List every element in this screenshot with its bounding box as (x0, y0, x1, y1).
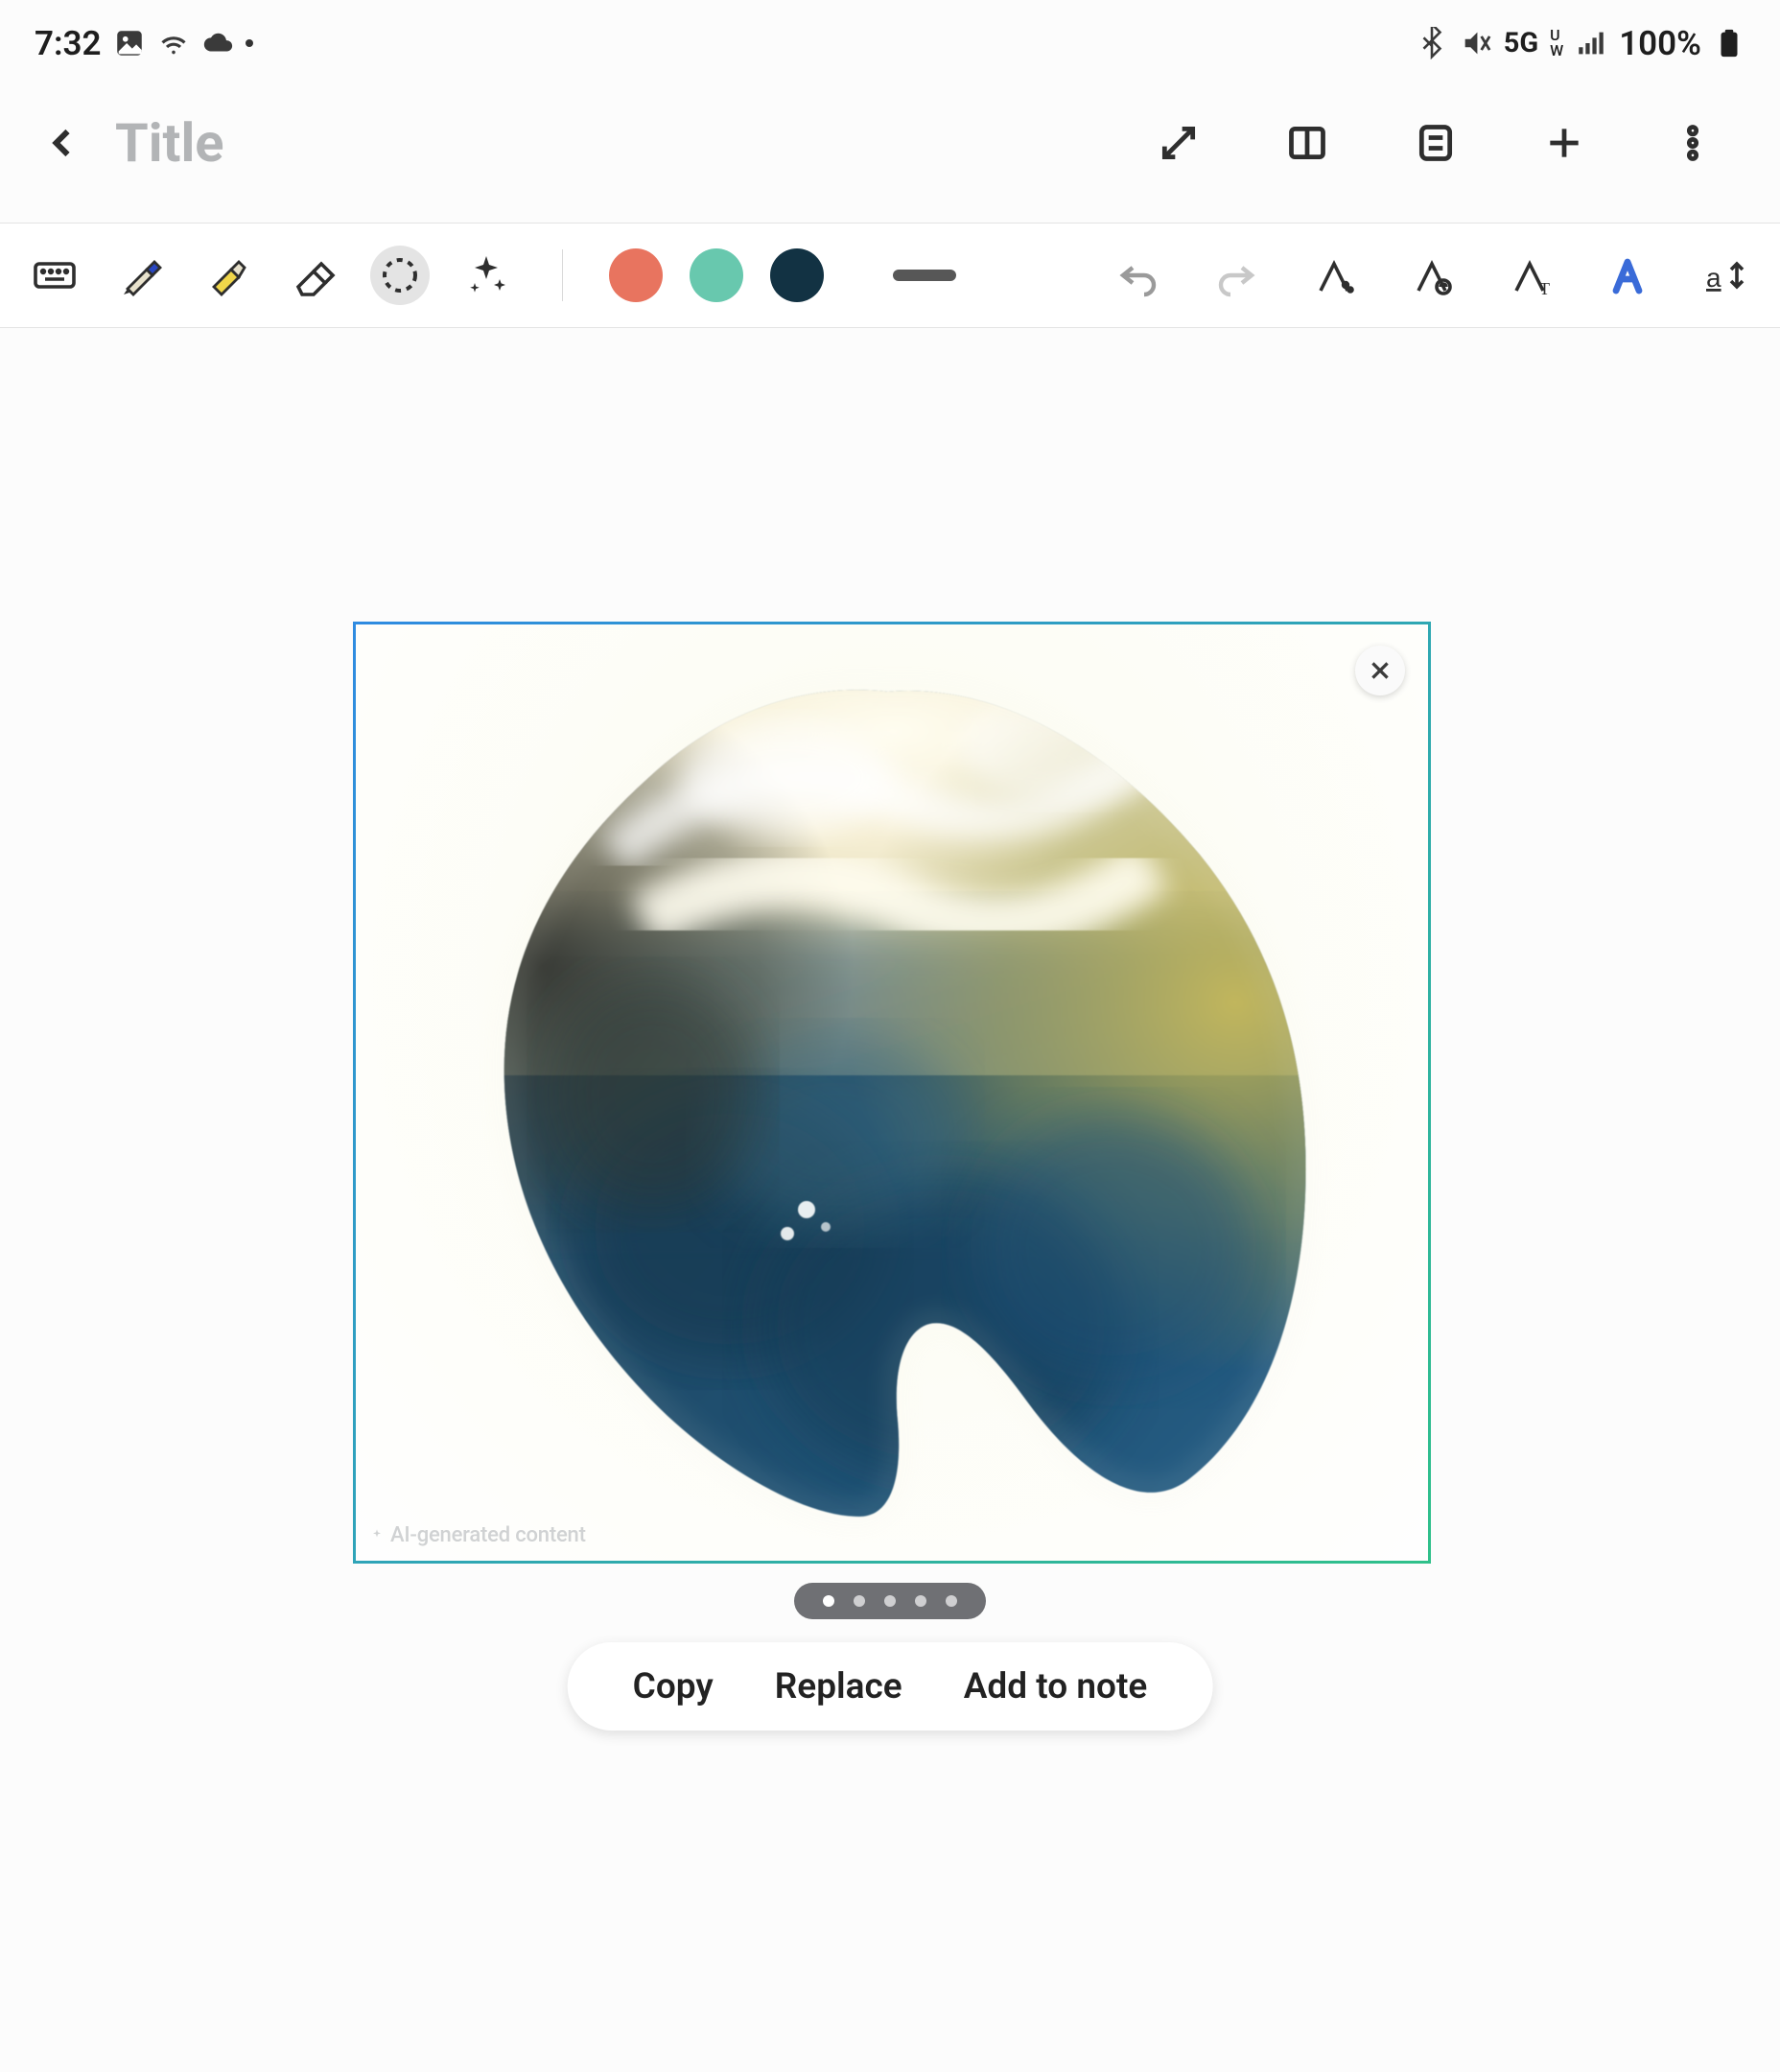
ai-generated-label: AI-generated content (369, 1523, 586, 1547)
auto-shape-tool[interactable] (1304, 246, 1364, 305)
image-pager[interactable] (794, 1583, 986, 1619)
add-to-note-button[interactable]: Add to note (933, 1666, 1179, 1707)
drawing-toolbar: T a (0, 223, 1780, 328)
close-selection-button[interactable] (1355, 646, 1405, 695)
pager-dot-5[interactable] (946, 1595, 957, 1607)
network-sub: UW (1550, 28, 1563, 59)
reading-mode-button[interactable] (1277, 113, 1337, 173)
stroke-width-tool[interactable] (893, 270, 956, 281)
notification-dot (246, 39, 253, 47)
add-button[interactable] (1534, 113, 1594, 173)
keyboard-tool[interactable] (25, 246, 84, 305)
mute-icon (1460, 27, 1492, 59)
text-convert-tool[interactable]: T (1500, 246, 1559, 305)
color-swatch-3[interactable] (770, 248, 824, 302)
signal-icon (1575, 27, 1607, 59)
pager-dot-3[interactable] (884, 1595, 896, 1607)
network-label: 5G (1504, 27, 1538, 59)
redo-button[interactable] (1206, 246, 1266, 305)
status-bar: 7:32 5G UW 100% (0, 0, 1780, 86)
more-button[interactable] (1663, 113, 1722, 173)
page-manager-button[interactable] (1406, 113, 1465, 173)
ai-generated-label-text: AI-generated content (390, 1523, 586, 1547)
style-text-tool[interactable] (1598, 246, 1657, 305)
fullscreen-button[interactable] (1149, 113, 1208, 173)
highlighter-tool[interactable] (198, 246, 257, 305)
toolbar-separator (562, 249, 563, 301)
eraser-tool[interactable] (284, 246, 343, 305)
svg-text:T: T (1539, 279, 1550, 298)
selection-action-bar: Copy Replace Add to note (568, 1642, 1213, 1731)
generated-image[interactable]: AI-generated content (356, 624, 1428, 1561)
color-swatch-2[interactable] (690, 248, 743, 302)
pager-dot-1[interactable] (823, 1595, 834, 1607)
copy-button[interactable]: Copy (602, 1666, 744, 1707)
cloud-icon (201, 27, 234, 59)
bluetooth-icon (1416, 27, 1448, 59)
tooth-illustration (404, 634, 1382, 1555)
ai-tool[interactable] (457, 246, 516, 305)
pen-tool[interactable] (111, 246, 171, 305)
text-size-tool[interactable]: a (1696, 246, 1755, 305)
undo-button[interactable] (1109, 246, 1168, 305)
pager-dot-4[interactable] (915, 1595, 926, 1607)
back-button[interactable] (35, 114, 92, 172)
lock-orientation-tool[interactable] (1402, 246, 1462, 305)
pager-dot-2[interactable] (854, 1595, 865, 1607)
selection-tool[interactable] (370, 246, 430, 305)
wifi-icon (157, 27, 190, 59)
title-bar: Title (0, 86, 1780, 200)
page-title[interactable]: Title (115, 111, 224, 175)
battery-icon (1713, 27, 1745, 59)
gallery-icon (113, 27, 146, 59)
svg-text:a: a (1706, 263, 1721, 293)
replace-button[interactable]: Replace (744, 1666, 933, 1707)
color-swatch-1[interactable] (609, 248, 663, 302)
status-time: 7:32 (35, 24, 102, 63)
image-selection-frame[interactable]: AI-generated content (353, 622, 1431, 1564)
battery-text: 100% (1619, 24, 1701, 63)
canvas[interactable]: AI-generated content Copy Replace Add to… (0, 328, 1780, 2072)
